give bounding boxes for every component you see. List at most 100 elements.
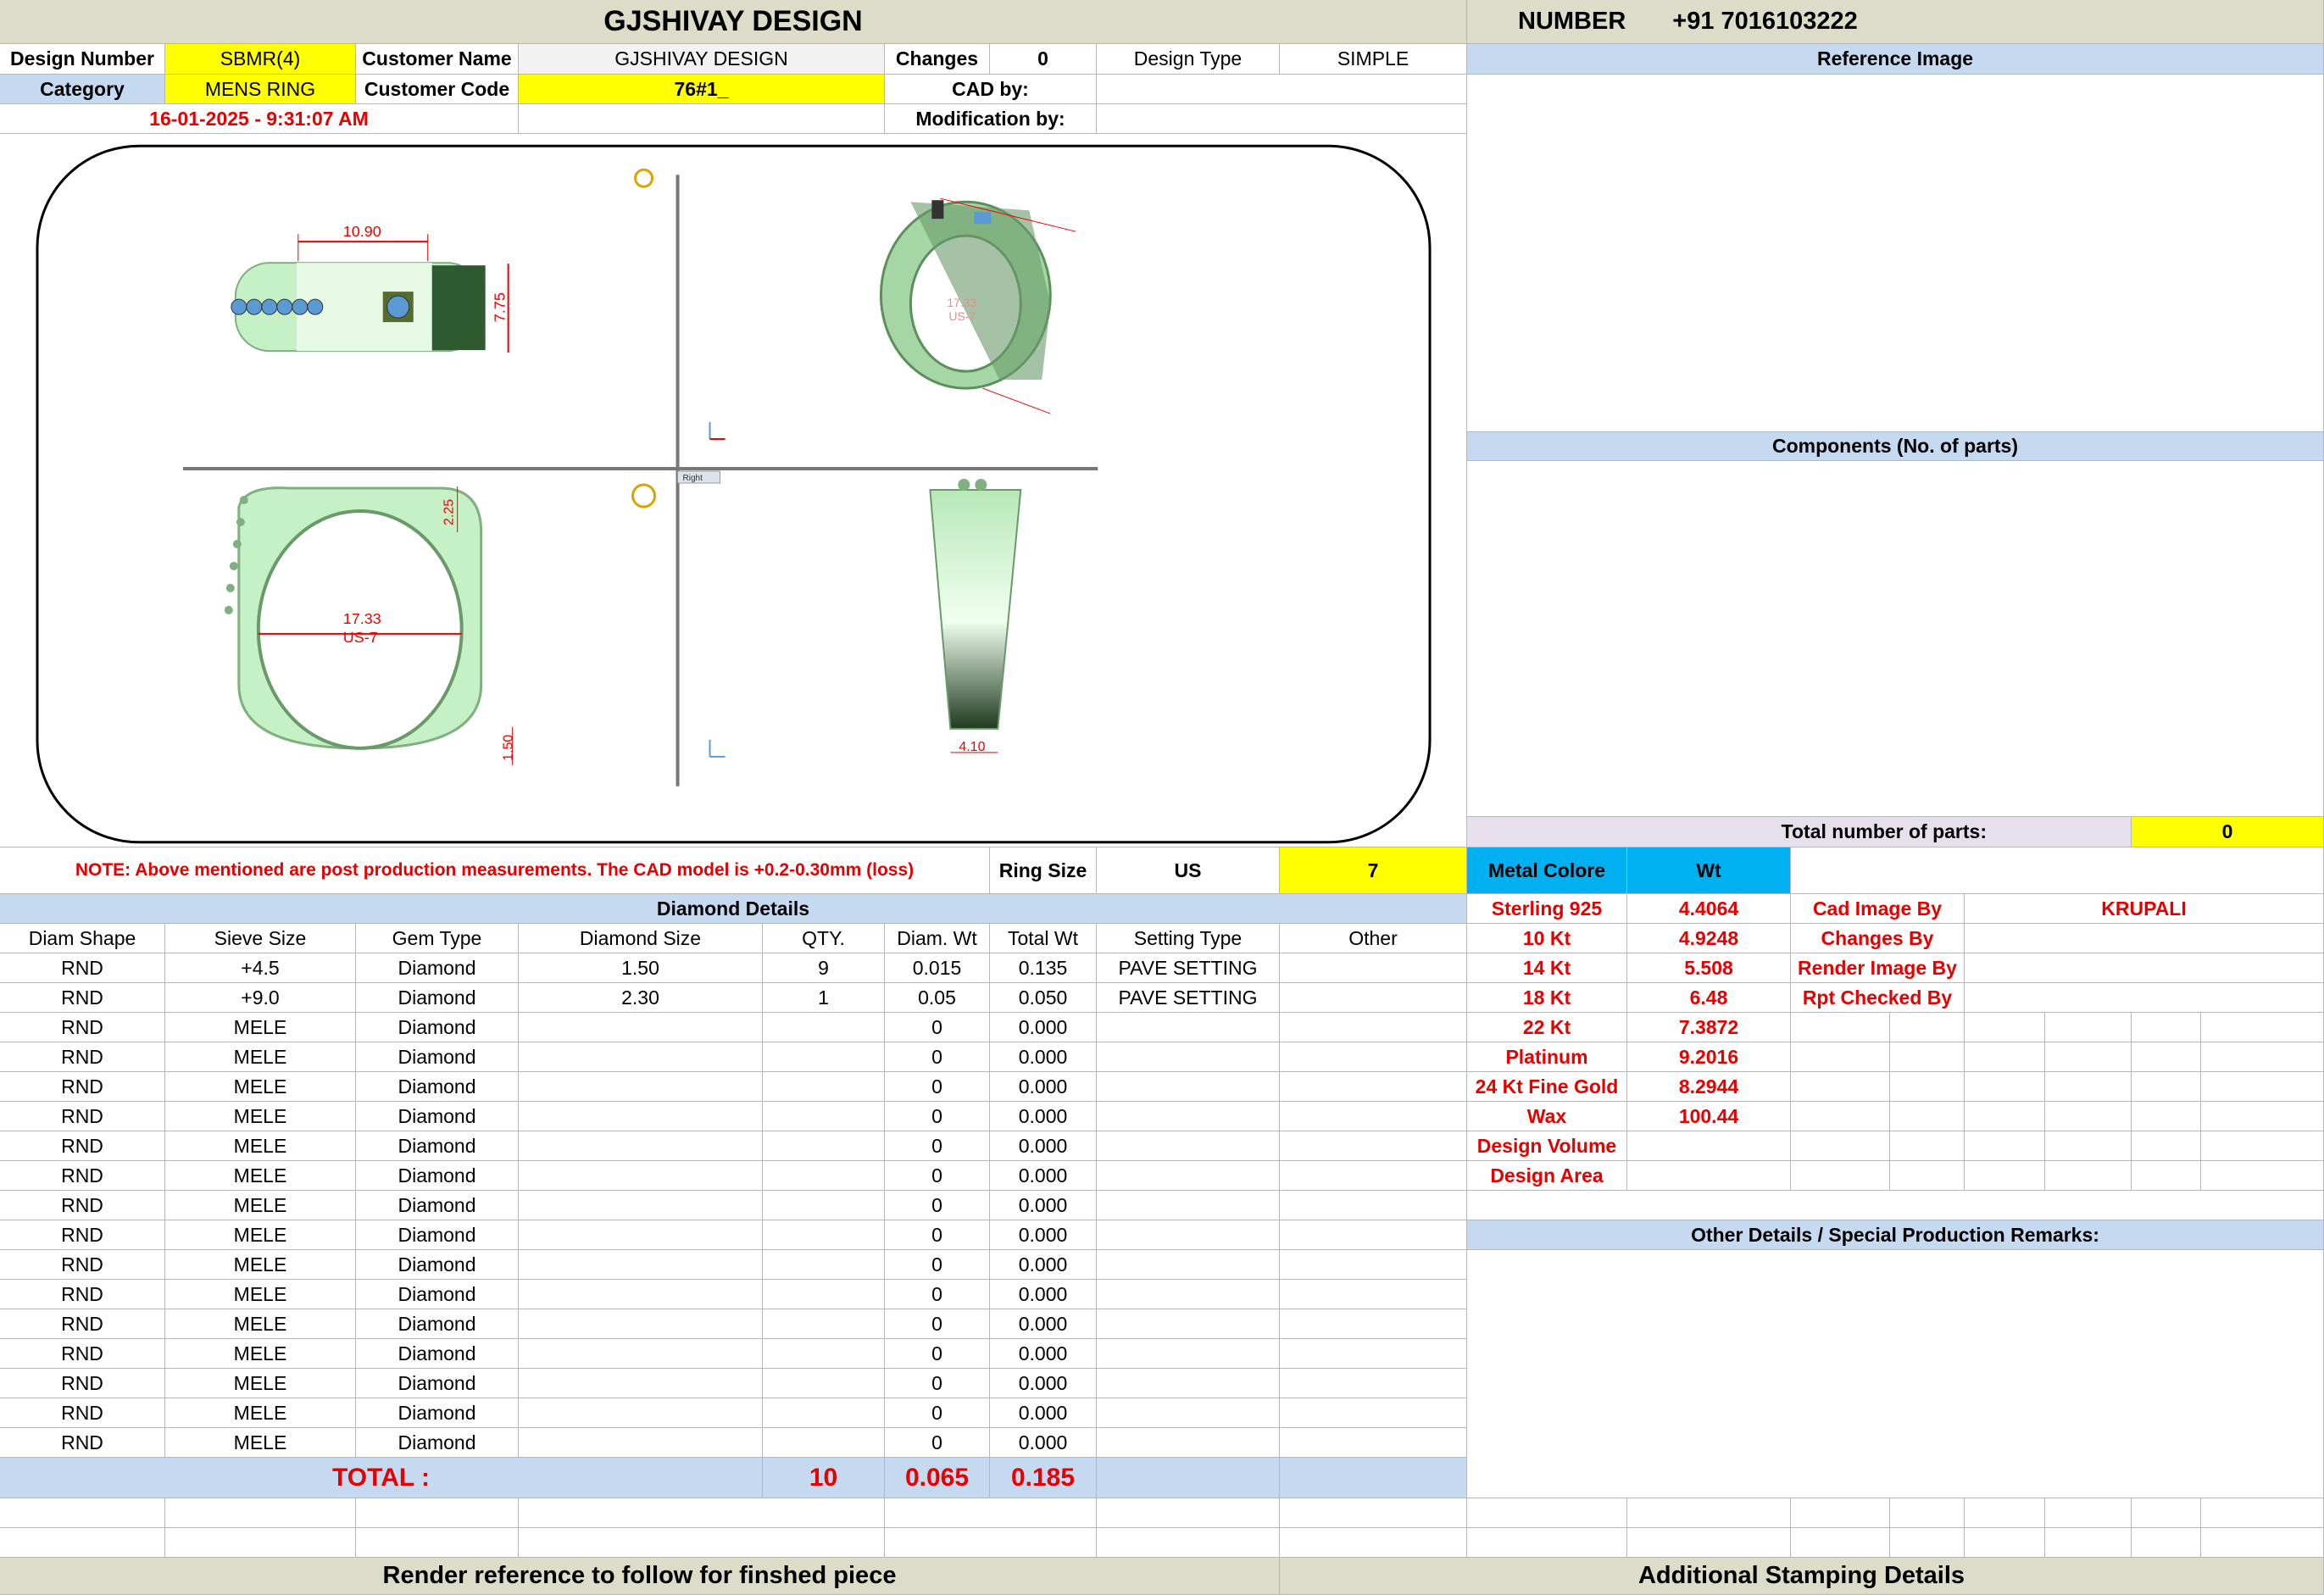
cell-diam-shape[interactable]: RND	[0, 1369, 165, 1398]
blank-cell[interactable]	[2132, 1498, 2201, 1528]
blank-cell[interactable]	[1097, 1528, 1280, 1558]
cell-gem-type[interactable]: Diamond	[356, 1309, 519, 1339]
blank-cell[interactable]	[1791, 1072, 1890, 1102]
cell-diamond-size[interactable]	[519, 1220, 763, 1250]
cell-qty[interactable]	[763, 1339, 885, 1369]
cell-other[interactable]	[1280, 1369, 1467, 1398]
cell-total-wt[interactable]: 0.000	[990, 1369, 1097, 1398]
cell-gem-type[interactable]: Diamond	[356, 1042, 519, 1072]
blank-cell[interactable]	[2132, 1161, 2201, 1191]
cell-sieve-size[interactable]: +4.5	[165, 953, 356, 983]
blank-cell[interactable]	[519, 1498, 885, 1528]
cell-diamond-size[interactable]	[519, 1339, 763, 1369]
cell-diamond-size[interactable]	[519, 1250, 763, 1280]
cell-setting-type[interactable]	[1097, 1161, 1280, 1191]
cell-other[interactable]	[1280, 1191, 1467, 1220]
cell-qty[interactable]	[763, 1072, 885, 1102]
cell-total-wt[interactable]: 0.000	[990, 1102, 1097, 1131]
cell-qty[interactable]	[763, 1220, 885, 1250]
cell-setting-type[interactable]	[1097, 1309, 1280, 1339]
cell-sieve-size[interactable]: MELE	[165, 1428, 356, 1458]
blank-cell[interactable]	[1791, 1102, 1890, 1131]
blank-cell[interactable]	[2201, 1072, 2324, 1102]
metal-weight[interactable]: 100.44	[1627, 1102, 1791, 1131]
cell-diam-wt[interactable]: 0	[885, 1072, 990, 1102]
credit-value[interactable]	[1965, 983, 2324, 1013]
blank-cell[interactable]	[2201, 1498, 2324, 1528]
cell-diam-shape[interactable]: RND	[0, 1428, 165, 1458]
blank-cell[interactable]	[356, 1528, 519, 1558]
cell-other[interactable]	[1280, 1072, 1467, 1102]
cell-diam-shape[interactable]: RND	[0, 1013, 165, 1042]
blank-cell[interactable]	[2045, 1102, 2132, 1131]
cad-by-value[interactable]	[1097, 75, 1467, 104]
blank-cell[interactable]	[1791, 1013, 1890, 1042]
cell-setting-type[interactable]	[1097, 1191, 1280, 1220]
blank-cell[interactable]	[2201, 1131, 2324, 1161]
cell-sieve-size[interactable]: MELE	[165, 1072, 356, 1102]
blank-cell[interactable]	[519, 1528, 885, 1558]
blank-cell[interactable]	[885, 1528, 1097, 1558]
credit-value[interactable]	[1965, 924, 2324, 953]
other-details-area[interactable]	[1467, 1250, 2324, 1498]
cell-gem-type[interactable]: Diamond	[356, 983, 519, 1013]
cell-diam-wt[interactable]: 0	[885, 1280, 990, 1309]
cell-diamond-size[interactable]	[519, 1369, 763, 1398]
ring-size-value[interactable]: 7	[1280, 848, 1467, 894]
cell-setting-type[interactable]	[1097, 1131, 1280, 1161]
cell-diamond-size[interactable]	[519, 1042, 763, 1072]
cell-sieve-size[interactable]: MELE	[165, 1131, 356, 1161]
cell-diam-wt[interactable]: 0.015	[885, 953, 990, 983]
cell-diamond-size[interactable]	[519, 1280, 763, 1309]
blank-cell[interactable]	[1890, 1013, 1965, 1042]
cell-total-wt[interactable]: 0.000	[990, 1428, 1097, 1458]
cell-other[interactable]	[1280, 1102, 1467, 1131]
cell-setting-type[interactable]	[1097, 1369, 1280, 1398]
cell-gem-type[interactable]: Diamond	[356, 1280, 519, 1309]
blank-cell[interactable]	[1280, 1528, 1467, 1558]
cell-diamond-size[interactable]	[519, 1161, 763, 1191]
blank-cell[interactable]	[2132, 1528, 2201, 1558]
blank-cell[interactable]	[2045, 1072, 2132, 1102]
blank-cell[interactable]	[1890, 1528, 1965, 1558]
blank-cell[interactable]	[1791, 1131, 1890, 1161]
cell-setting-type[interactable]	[1097, 1428, 1280, 1458]
cell-diam-shape[interactable]: RND	[0, 1398, 165, 1428]
cell-diam-wt[interactable]: 0.05	[885, 983, 990, 1013]
blank-cell[interactable]	[0, 1498, 165, 1528]
cell-diamond-size[interactable]	[519, 1309, 763, 1339]
cell-other[interactable]	[1280, 1131, 1467, 1161]
credit-value[interactable]	[1965, 953, 2324, 983]
cell-diam-wt[interactable]: 0	[885, 1250, 990, 1280]
cell-diam-wt[interactable]: 0	[885, 1428, 990, 1458]
blank-cell[interactable]	[2132, 1042, 2201, 1072]
changes-value[interactable]: 0	[990, 44, 1097, 75]
blank-cell[interactable]	[1965, 1131, 2045, 1161]
cell-setting-type[interactable]	[1097, 1280, 1280, 1309]
cell-total-wt[interactable]: 0.135	[990, 953, 1097, 983]
blank-cell[interactable]	[2201, 1161, 2324, 1191]
blank-cell[interactable]	[2201, 1042, 2324, 1072]
cell-diam-wt[interactable]: 0	[885, 1102, 990, 1131]
cell-sieve-size[interactable]: MELE	[165, 1191, 356, 1220]
cell-gem-type[interactable]: Diamond	[356, 1339, 519, 1369]
cell-total-wt[interactable]: 0.000	[990, 1398, 1097, 1428]
blank-cell[interactable]	[1965, 1013, 2045, 1042]
blank-cell[interactable]	[2132, 1072, 2201, 1102]
cell-gem-type[interactable]: Diamond	[356, 1250, 519, 1280]
cell-other[interactable]	[1280, 1250, 1467, 1280]
cell-qty[interactable]: 1	[763, 983, 885, 1013]
cell-diamond-size[interactable]	[519, 1428, 763, 1458]
blank-cell[interactable]	[2132, 1131, 2201, 1161]
blank-cell[interactable]	[356, 1498, 519, 1528]
cell-diam-shape[interactable]: RND	[0, 1250, 165, 1280]
cell-diam-shape[interactable]: RND	[0, 1309, 165, 1339]
cell-sieve-size[interactable]: MELE	[165, 1398, 356, 1428]
metal-weight[interactable]: 5.508	[1627, 953, 1791, 983]
design-number-value[interactable]: SBMR(4)	[165, 44, 356, 75]
cell-sieve-size[interactable]: MELE	[165, 1250, 356, 1280]
blank-cell[interactable]	[1467, 1528, 1627, 1558]
cell-qty[interactable]	[763, 1369, 885, 1398]
cell-diam-wt[interactable]: 0	[885, 1398, 990, 1428]
cell-diam-shape[interactable]: RND	[0, 1280, 165, 1309]
